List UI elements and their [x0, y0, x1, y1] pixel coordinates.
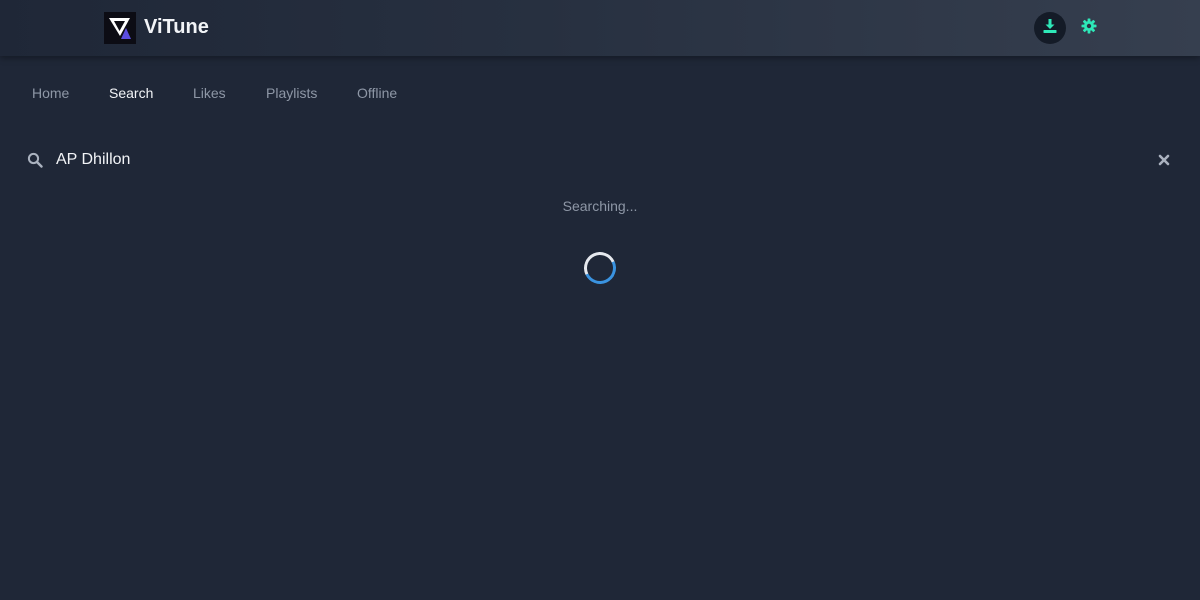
- loading-spinner-icon: [579, 247, 621, 289]
- app-title: ViTune: [144, 16, 209, 38]
- search-status-text: Searching...: [562, 198, 638, 214]
- search-input[interactable]: [56, 149, 1136, 171]
- download-icon: [1042, 18, 1058, 39]
- main-nav: Home Search Likes Playlists Offline: [0, 83, 1200, 105]
- vitune-logo-icon[interactable]: [104, 12, 136, 44]
- app-header: ViTune: [0, 0, 1200, 56]
- search-icon: [27, 152, 43, 168]
- tab-offline[interactable]: Offline: [357, 85, 397, 101]
- tab-home[interactable]: Home: [32, 85, 69, 101]
- tab-playlists[interactable]: Playlists: [266, 85, 317, 101]
- settings-button[interactable]: [1078, 17, 1100, 39]
- search-bar: [0, 145, 1200, 175]
- download-button[interactable]: [1034, 12, 1066, 44]
- tab-search[interactable]: Search: [109, 85, 153, 101]
- gear-icon: [1081, 18, 1097, 39]
- tab-likes[interactable]: Likes: [193, 85, 226, 101]
- close-icon[interactable]: [1157, 153, 1171, 167]
